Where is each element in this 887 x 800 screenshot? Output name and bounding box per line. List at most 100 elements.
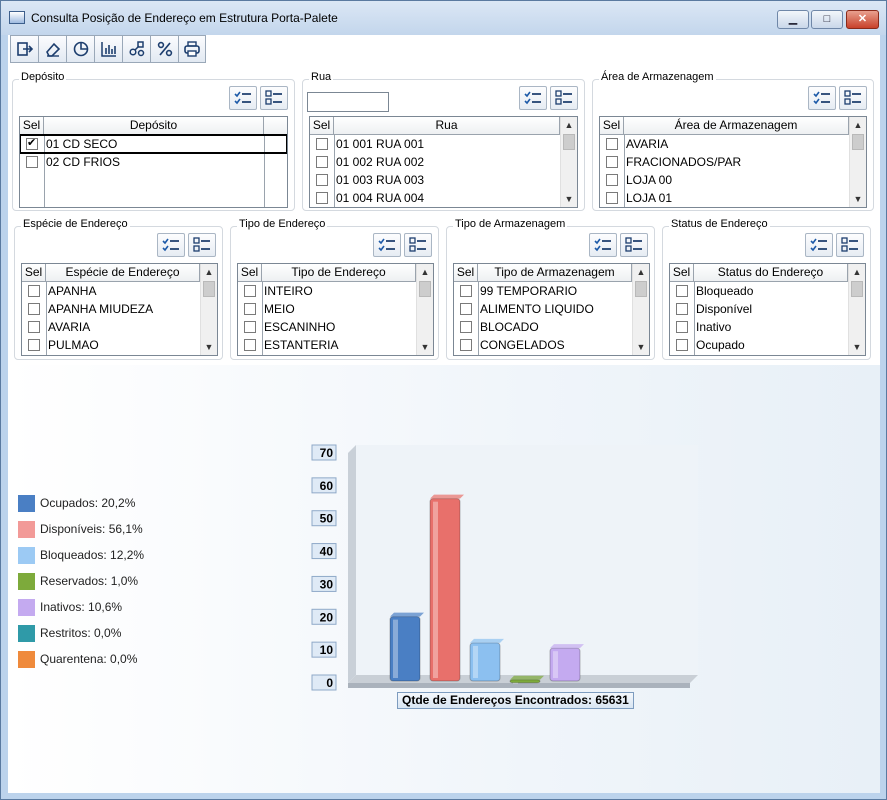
y-tick-label: 0 bbox=[311, 674, 337, 691]
pie-chart-button[interactable] bbox=[66, 35, 94, 63]
rua-select-all-button[interactable] bbox=[519, 86, 547, 110]
list-item[interactable]: Disponível bbox=[670, 300, 848, 318]
list-item[interactable]: 01 004 RUA 004 bbox=[310, 189, 560, 207]
list-item[interactable]: 02 CD FRIOS bbox=[20, 153, 287, 171]
list-item[interactable]: Bloqueado bbox=[670, 282, 848, 300]
close-button[interactable]: ✕ bbox=[846, 10, 879, 29]
list-item[interactable]: ESCANINHO bbox=[238, 318, 416, 336]
scroll-down-icon[interactable]: ▼ bbox=[633, 339, 649, 355]
tipo-armazenagem-scrollbar[interactable]: ▲ ▼ bbox=[632, 264, 649, 355]
scroll-up-icon[interactable]: ▲ bbox=[633, 264, 649, 280]
tipo-scrollbar[interactable]: ▲ ▼ bbox=[416, 264, 433, 355]
list-item[interactable]: FRACIONADOS/PAR bbox=[600, 153, 849, 171]
list-item[interactable]: Ocupado bbox=[670, 336, 848, 354]
list-item[interactable]: APANHA MIUDEZA bbox=[22, 300, 200, 318]
rua-deselect-all-button[interactable] bbox=[550, 86, 578, 110]
list-item[interactable]: 01 003 RUA 003 bbox=[310, 171, 560, 189]
row-checkbox[interactable] bbox=[26, 156, 38, 168]
list-item[interactable]: Inativo bbox=[670, 318, 848, 336]
row-checkbox[interactable] bbox=[606, 156, 618, 168]
list-item[interactable]: 01 001 RUA 001 bbox=[310, 135, 560, 153]
scroll-down-icon[interactable]: ▼ bbox=[561, 191, 577, 207]
list-item[interactable]: CONGELADOS bbox=[454, 336, 632, 354]
tipo-select-all-button[interactable] bbox=[373, 233, 401, 257]
row-checkbox[interactable] bbox=[244, 321, 256, 333]
clear-button[interactable] bbox=[38, 35, 66, 63]
list-item[interactable]: LOJA 00 bbox=[600, 171, 849, 189]
area-select-all-button[interactable] bbox=[808, 86, 836, 110]
especie-scrollbar[interactable]: ▲ ▼ bbox=[200, 264, 217, 355]
deposito-deselect-all-button[interactable] bbox=[260, 86, 288, 110]
list-item[interactable]: APANHA bbox=[22, 282, 200, 300]
row-checkbox[interactable] bbox=[26, 136, 38, 150]
row-checkbox[interactable] bbox=[316, 192, 328, 204]
row-checkbox[interactable] bbox=[316, 138, 328, 150]
status-scrollbar[interactable]: ▲ ▼ bbox=[848, 264, 865, 355]
row-checkbox[interactable] bbox=[606, 192, 618, 204]
list-item[interactable]: 01 002 RUA 002 bbox=[310, 153, 560, 171]
scroll-down-icon[interactable]: ▼ bbox=[201, 339, 217, 355]
list-item[interactable]: ALIMENTO LIQUIDO bbox=[454, 300, 632, 318]
list-item[interactable]: PULMAO bbox=[22, 336, 200, 354]
list-item[interactable]: BLOCADO bbox=[454, 318, 632, 336]
row-checkbox[interactable] bbox=[28, 285, 40, 297]
row-checkbox[interactable] bbox=[606, 174, 618, 186]
row-checkbox[interactable] bbox=[244, 303, 256, 315]
row-checkbox[interactable] bbox=[244, 339, 256, 351]
deposito-select-all-button[interactable] bbox=[229, 86, 257, 110]
row-checkbox[interactable] bbox=[28, 339, 40, 351]
tipo-armazenagem-deselect-all-button[interactable] bbox=[620, 233, 648, 257]
status-select-all-button[interactable] bbox=[805, 233, 833, 257]
row-checkbox[interactable] bbox=[316, 174, 328, 186]
row-checkbox[interactable] bbox=[28, 321, 40, 333]
row-checkbox[interactable] bbox=[316, 156, 328, 168]
row-checkbox[interactable] bbox=[460, 285, 472, 297]
maximize-button[interactable]: □ bbox=[811, 10, 843, 29]
row-checkbox[interactable] bbox=[460, 339, 472, 351]
scroll-down-icon[interactable]: ▼ bbox=[850, 191, 866, 207]
area-deselect-all-button[interactable] bbox=[839, 86, 867, 110]
area-scrollbar[interactable]: ▲ ▼ bbox=[849, 117, 866, 207]
row-checkbox[interactable] bbox=[676, 285, 688, 297]
exit-button[interactable] bbox=[10, 35, 38, 63]
list-item[interactable]: MEIO bbox=[238, 300, 416, 318]
list-item[interactable]: 01 CD SECO bbox=[20, 134, 287, 154]
row-checkbox[interactable] bbox=[676, 339, 688, 351]
list-item[interactable]: AVARIA bbox=[22, 318, 200, 336]
especie-select-all-button[interactable] bbox=[157, 233, 185, 257]
list-item[interactable]: 99 TEMPORARIO bbox=[454, 282, 632, 300]
rua-filter-input[interactable] bbox=[307, 92, 389, 112]
tipo-deselect-all-button[interactable] bbox=[404, 233, 432, 257]
scroll-up-icon[interactable]: ▲ bbox=[417, 264, 433, 280]
especie-deselect-all-button[interactable] bbox=[188, 233, 216, 257]
y-tick-label: 50 bbox=[311, 510, 337, 527]
svg-text:40: 40 bbox=[320, 545, 334, 559]
list-item[interactable]: LOJA 01 bbox=[600, 189, 849, 207]
list-item[interactable]: INTEIRO bbox=[238, 282, 416, 300]
rua-scrollbar[interactable]: ▲ ▼ bbox=[560, 117, 577, 207]
flowchart-button[interactable] bbox=[122, 35, 150, 63]
row-checkbox[interactable] bbox=[460, 303, 472, 315]
area-armazenagem-grid: Sel Área de Armazenagem AVARIA FRACIONAD… bbox=[599, 116, 867, 208]
row-checkbox[interactable] bbox=[28, 303, 40, 315]
list-item[interactable]: AVARIA bbox=[600, 135, 849, 153]
row-checkbox[interactable] bbox=[244, 285, 256, 297]
status-deselect-all-button[interactable] bbox=[836, 233, 864, 257]
scroll-down-icon[interactable]: ▼ bbox=[849, 339, 865, 355]
row-checkbox[interactable] bbox=[676, 321, 688, 333]
scroll-up-icon[interactable]: ▲ bbox=[849, 264, 865, 280]
minimize-button[interactable]: ▁ bbox=[777, 10, 809, 29]
scroll-up-icon[interactable]: ▲ bbox=[201, 264, 217, 280]
row-checkbox[interactable] bbox=[606, 138, 618, 150]
scroll-up-icon[interactable]: ▲ bbox=[850, 117, 866, 133]
tipo-armazenagem-select-all-button[interactable] bbox=[589, 233, 617, 257]
row-checkbox[interactable] bbox=[676, 303, 688, 315]
percent-button[interactable] bbox=[150, 35, 178, 63]
print-button[interactable] bbox=[178, 35, 206, 63]
list-item[interactable]: ESTANTERIA bbox=[238, 336, 416, 354]
bar-chart-button[interactable] bbox=[94, 35, 122, 63]
scroll-up-icon[interactable]: ▲ bbox=[561, 117, 577, 133]
row-checkbox[interactable] bbox=[460, 321, 472, 333]
tipo-endereco-title: Tipo de Endereço bbox=[237, 218, 328, 230]
scroll-down-icon[interactable]: ▼ bbox=[417, 339, 433, 355]
